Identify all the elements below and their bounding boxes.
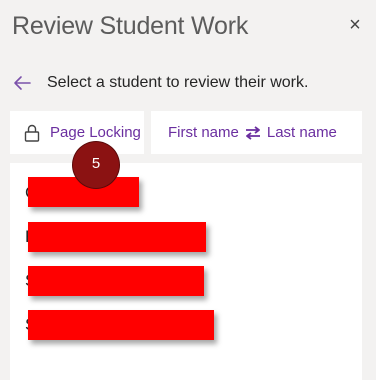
student-row[interactable]: H — [10, 221, 362, 253]
redaction-box — [28, 222, 206, 252]
page-locking-label: Page Locking — [50, 124, 141, 141]
redaction-box — [28, 310, 214, 340]
student-row[interactable]: C — [10, 177, 362, 209]
swap-arrows-icon — [245, 125, 260, 140]
student-list: C H S S — [10, 163, 362, 380]
back-button[interactable] — [12, 74, 32, 92]
panel-title: Review Student Work — [12, 12, 249, 40]
sort-first-name-label: First name — [168, 124, 239, 141]
step-number-badge: 5 — [73, 142, 119, 188]
instruction-text: Select a student to review their work. — [47, 74, 309, 91]
arrow-left-icon — [14, 76, 31, 90]
page-locking-button[interactable]: Page Locking — [10, 111, 144, 154]
sort-last-name-label: Last name — [266, 124, 337, 141]
sort-name-button[interactable]: First name Last name — [151, 111, 362, 154]
close-button[interactable]: × — [347, 14, 363, 36]
close-icon: × — [349, 14, 361, 36]
lock-icon — [24, 124, 40, 142]
redaction-box — [28, 266, 204, 296]
student-row[interactable]: S — [10, 265, 362, 297]
student-row[interactable]: S — [10, 309, 362, 341]
